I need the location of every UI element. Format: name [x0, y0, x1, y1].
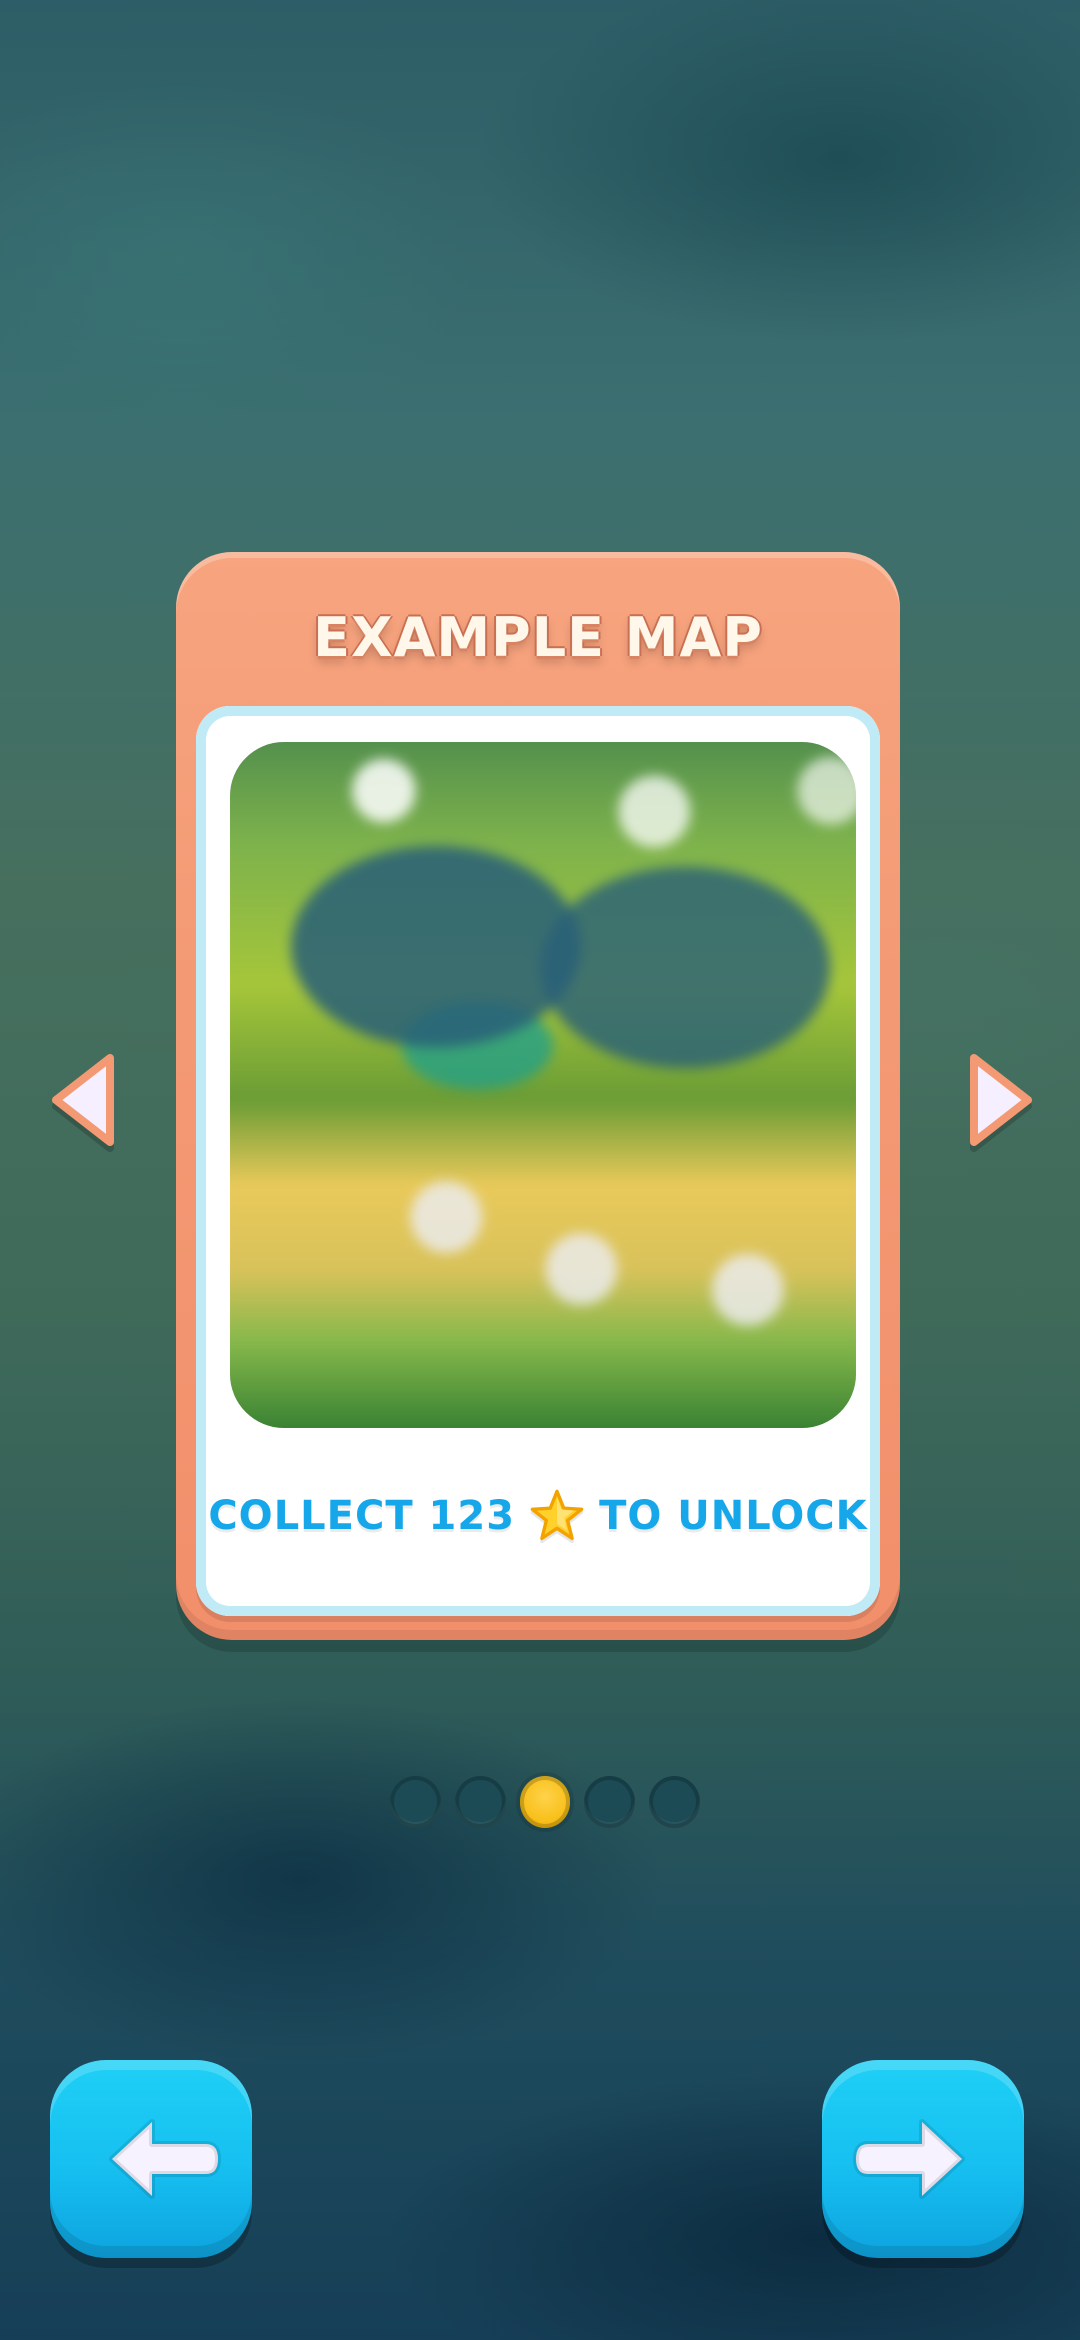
- carousel-next-arrow[interactable]: [966, 1048, 1040, 1152]
- map-card-inner: COLLECT 123 TO UNLOCK: [196, 706, 880, 1616]
- right-arrow-icon: [853, 2119, 965, 2199]
- pagination-dot-5[interactable]: [649, 1776, 700, 1828]
- left-arrow-icon: [109, 2119, 221, 2199]
- unlock-suffix: TO UNLOCK: [599, 1493, 868, 1539]
- carousel-prev-arrow[interactable]: [44, 1048, 118, 1152]
- chevron-right-icon: [970, 1054, 1032, 1146]
- map-card: EXAMPLE MAP COLLECT 123 TO UNLOCK: [176, 552, 900, 1640]
- pagination-dot-3[interactable]: [519, 1776, 571, 1828]
- map-title: EXAMPLE MAP: [313, 606, 763, 669]
- map-preview-frame: [230, 742, 856, 1428]
- next-button[interactable]: [822, 2060, 1024, 2258]
- map-preview-image: [230, 742, 856, 1428]
- unlock-prefix: COLLECT 123: [208, 1493, 516, 1539]
- back-button[interactable]: [50, 2060, 252, 2258]
- carousel-pagination: [390, 1772, 700, 1832]
- pagination-dot-4[interactable]: [584, 1776, 636, 1828]
- unlock-requirement: COLLECT 123 TO UNLOCK: [196, 1476, 880, 1556]
- chevron-left-icon: [52, 1054, 114, 1146]
- pagination-dot-2[interactable]: [454, 1776, 506, 1828]
- star-icon: [529, 1488, 585, 1544]
- pagination-dot-1[interactable]: [390, 1776, 441, 1828]
